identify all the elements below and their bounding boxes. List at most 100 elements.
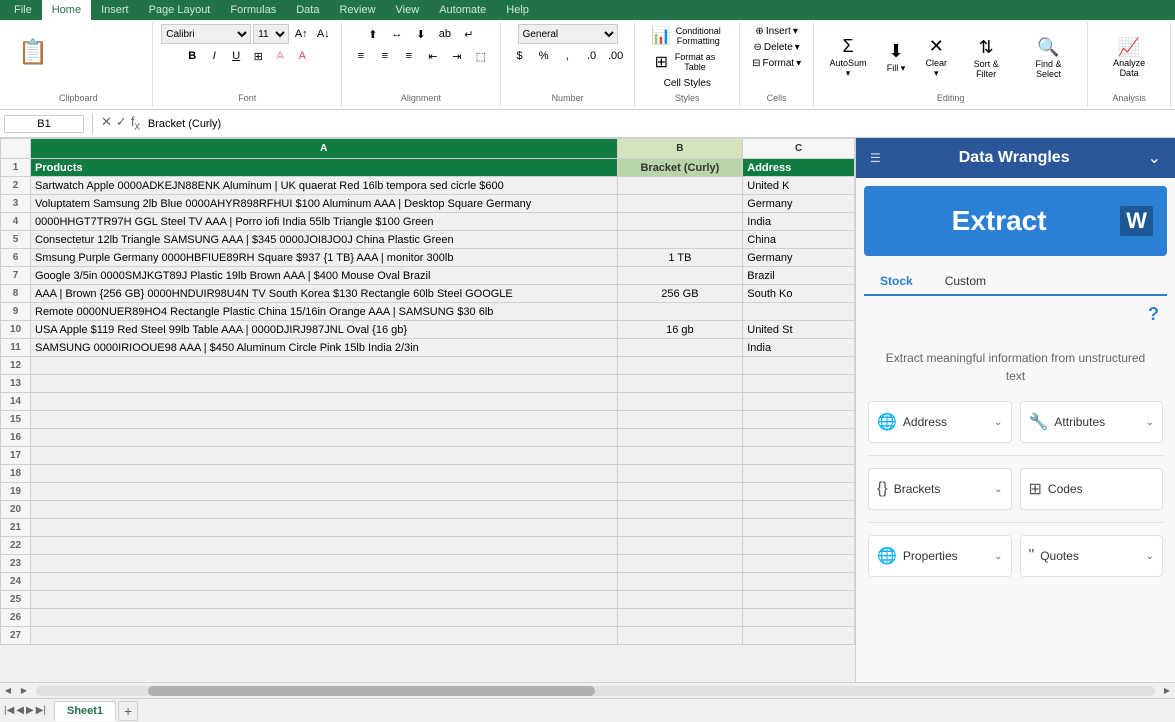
orientation-button[interactable]: ab (434, 24, 456, 44)
cell-a10[interactable]: USA Apple $119 Red Steel 99lb Table AAA … (31, 321, 618, 339)
increase-decimal-button[interactable]: .00 (605, 46, 627, 66)
cell-c27[interactable] (743, 627, 855, 645)
cell-c9[interactable] (743, 303, 855, 321)
cell-b7[interactable] (617, 267, 743, 285)
format-as-table-button[interactable]: ⊞ Format as Table (647, 50, 728, 74)
cell-a5[interactable]: Consectetur 12lb Triangle SAMSUNG AAA | … (31, 231, 618, 249)
feature-quotes[interactable]: " Quotes ⌄ (1020, 535, 1164, 577)
cell-b22[interactable] (617, 537, 743, 555)
cell-a14[interactable] (31, 393, 618, 411)
sheet-nav-prev[interactable]: ◀ (16, 705, 24, 716)
sheet-table-wrapper[interactable]: A B C 1ProductsBracket (Curly)Address2Sa… (0, 138, 855, 682)
accounting-button[interactable]: $ (509, 46, 531, 66)
tab-data[interactable]: Data (286, 0, 329, 20)
cell-a27[interactable] (31, 627, 618, 645)
col-header-b[interactable]: B (617, 139, 743, 159)
formula-input[interactable] (144, 116, 1175, 132)
scroll-end-arrow[interactable]: ▶ (1159, 683, 1175, 699)
cell-a24[interactable] (31, 573, 618, 591)
cell-c2[interactable]: United K (743, 177, 855, 195)
conditional-formatting-button[interactable]: 📊 Conditional Formatting (643, 24, 731, 48)
cell-c21[interactable] (743, 519, 855, 537)
align-left-button[interactable]: ≡ (350, 46, 372, 66)
align-middle-button[interactable]: ↔ (386, 24, 408, 44)
sheet-nav-last[interactable]: ▶| (36, 705, 46, 716)
scroll-right-arrow[interactable]: ▶ (16, 683, 32, 699)
insert-function-icon[interactable]: fx (131, 114, 140, 133)
add-sheet-button[interactable]: + (118, 701, 138, 721)
cell-b11[interactable] (617, 339, 743, 357)
cell-c15[interactable] (743, 411, 855, 429)
insert-cells-button[interactable]: ⊕ Insert ▾ (751, 24, 801, 39)
feature-address[interactable]: 🌐 Address ⌄ (868, 401, 1012, 443)
cell-a26[interactable] (31, 609, 618, 627)
align-right-button[interactable]: ≡ (398, 46, 420, 66)
cell-c12[interactable] (743, 357, 855, 375)
cell-b15[interactable] (617, 411, 743, 429)
cell-a3[interactable]: Voluptatem Samsung 2lb Blue 0000AHYR898R… (31, 195, 618, 213)
cell-b23[interactable] (617, 555, 743, 573)
cell-b26[interactable] (617, 609, 743, 627)
feature-properties[interactable]: 🌐 Properties ⌄ (868, 535, 1012, 577)
fill-color-button[interactable]: A (270, 46, 290, 66)
cell-b4[interactable] (617, 213, 743, 231)
feature-brackets[interactable]: {} Brackets ⌄ (868, 468, 1012, 510)
underline-button[interactable]: U (226, 46, 246, 66)
panel-tab-stock[interactable]: Stock (864, 268, 929, 296)
tab-view[interactable]: View (386, 0, 430, 20)
cell-b18[interactable] (617, 465, 743, 483)
cell-b3[interactable] (617, 195, 743, 213)
tab-page-layout[interactable]: Page Layout (139, 0, 221, 20)
scroll-left-arrow[interactable]: ◀ (0, 683, 16, 699)
tab-file[interactable]: File (4, 0, 42, 20)
cell-c13[interactable] (743, 375, 855, 393)
cell-a15[interactable] (31, 411, 618, 429)
tab-review[interactable]: Review (329, 0, 385, 20)
merge-button[interactable]: ⬚ (470, 46, 492, 66)
cell-a17[interactable] (31, 447, 618, 465)
cell-a19[interactable] (31, 483, 618, 501)
align-bottom-button[interactable]: ⬇ (410, 24, 432, 44)
cell-b20[interactable] (617, 501, 743, 519)
font-size-select[interactable]: 11 (253, 24, 289, 44)
cell-b5[interactable] (617, 231, 743, 249)
cell-a23[interactable] (31, 555, 618, 573)
cell-a22[interactable] (31, 537, 618, 555)
cell-b2[interactable] (617, 177, 743, 195)
cell-c6[interactable]: Germany (743, 249, 855, 267)
cell-c19[interactable] (743, 483, 855, 501)
cell-b21[interactable] (617, 519, 743, 537)
tab-insert[interactable]: Insert (91, 0, 139, 20)
panel-collapse-button[interactable]: ⌄ (1148, 148, 1161, 168)
cell-b19[interactable] (617, 483, 743, 501)
cell-a16[interactable] (31, 429, 618, 447)
clear-button[interactable]: ✕ Clear ▾ (918, 32, 954, 83)
cell-a2[interactable]: Sartwatch Apple 0000ADKEJN88ENK Aluminum… (31, 177, 618, 195)
help-icon[interactable]: ? (1148, 304, 1159, 325)
cell-b6[interactable]: 1 TB (617, 249, 743, 267)
cell-c20[interactable] (743, 501, 855, 519)
cell-b12[interactable] (617, 357, 743, 375)
increase-font-button[interactable]: A↑ (291, 24, 311, 44)
cell-b24[interactable] (617, 573, 743, 591)
cell-reference-input[interactable] (4, 115, 84, 133)
cell-a9[interactable]: Remote 0000NUER89HO4 Rectangle Plastic C… (31, 303, 618, 321)
horizontal-scrollbar[interactable] (36, 686, 1155, 696)
cell-c25[interactable] (743, 591, 855, 609)
italic-button[interactable]: I (204, 46, 224, 66)
percent-button[interactable]: % (533, 46, 555, 66)
cell-c4[interactable]: India (743, 213, 855, 231)
tab-home[interactable]: Home (42, 0, 91, 20)
col-header-a[interactable]: A (31, 139, 618, 159)
cell-b10[interactable]: 16 gb (617, 321, 743, 339)
format-painter-button[interactable]: 🖌 Format Painter (56, 60, 145, 84)
sheet-nav-first[interactable]: |◀ (4, 705, 14, 716)
align-top-button[interactable]: ⬆ (362, 24, 384, 44)
cell-a18[interactable] (31, 465, 618, 483)
confirm-formula-icon[interactable]: ✓ (116, 114, 127, 133)
find-select-button[interactable]: 🔍 Find & Select (1018, 33, 1079, 83)
extract-box[interactable]: Extract W (864, 186, 1167, 256)
cell-a11[interactable]: SAMSUNG 0000IRIOOUE98 AAA | $450 Aluminu… (31, 339, 618, 357)
decrease-decimal-button[interactable]: .0 (581, 46, 603, 66)
copy-button[interactable]: ⎘ Copy (56, 46, 145, 59)
